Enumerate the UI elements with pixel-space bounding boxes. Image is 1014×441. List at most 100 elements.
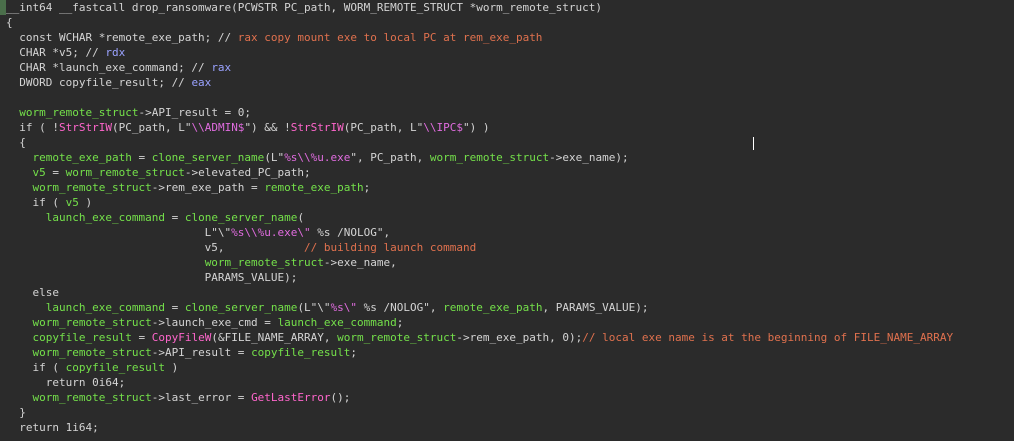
code-line[interactable]: worm_remote_struct->API_result = 0;: [0, 105, 1014, 120]
code-text: worm_remote_struct->API_result = 0;: [6, 105, 251, 120]
text-caret: [753, 137, 754, 150]
code-token-var[interactable]: worm_remote_struct: [33, 181, 152, 194]
code-token-plain: ->API_result =: [151, 346, 252, 359]
pseudocode-editor[interactable]: __int64 __fastcall drop_ransomware(PCWST…: [0, 0, 1014, 441]
code-token-plain: =: [164, 301, 185, 314]
code-line[interactable]: PARAMS_VALUE);: [0, 270, 1014, 285]
code-line[interactable]: v5 = worm_remote_struct->elevated_PC_pat…: [0, 165, 1014, 180]
code-text: launch_exe_command = clone_server_name(L…: [6, 300, 649, 315]
code-token-var[interactable]: worm_remote_struct: [19, 106, 138, 119]
code-text: if ( v5 ): [6, 195, 92, 210]
code-token-plain: const WCHAR *remote_exe_path; //: [6, 31, 238, 44]
code-line[interactable]: CHAR *v5; // rdx: [0, 45, 1014, 60]
code-token-plain: return 1i64;: [6, 421, 99, 434]
code-line[interactable]: CHAR *launch_exe_command; // rax: [0, 60, 1014, 75]
code-text: copyfile_result = CopyFileW(&FILE_NAME_A…: [6, 330, 954, 345]
code-token-var[interactable]: copyfile_result: [33, 331, 132, 344]
code-token-plain: else: [6, 286, 59, 299]
code-line[interactable]: __int64 __fastcall drop_ransomware(PCWST…: [0, 0, 1014, 15]
code-token-var[interactable]: worm_remote_struct: [33, 316, 152, 329]
code-token-var[interactable]: worm_remote_struct: [66, 166, 185, 179]
code-token-var[interactable]: launch_exe_command: [278, 316, 397, 329]
code-line[interactable]: remote_exe_path = clone_server_name(L"%s…: [0, 150, 1014, 165]
code-token-var[interactable]: copyfile_result: [66, 361, 165, 374]
code-text: {: [6, 135, 26, 150]
code-token-var[interactable]: worm_remote_struct: [337, 331, 456, 344]
code-token-plain: (PC_path, L": [111, 121, 192, 134]
code-token-var[interactable]: worm_remote_struct: [430, 151, 549, 164]
code-text: __int64 __fastcall drop_ransomware(PCWST…: [6, 0, 602, 15]
code-token-var[interactable]: remote_exe_path: [33, 151, 132, 164]
code-line[interactable]: {: [0, 135, 1014, 150]
code-line[interactable]: L"\"%s\\%u.exe\" %s /NOLOG",: [0, 225, 1014, 240]
code-line[interactable]: {: [0, 15, 1014, 30]
code-token-plain: ->exe_name);: [549, 151, 629, 164]
code-line[interactable]: if ( copyfile_result ): [0, 360, 1014, 375]
code-token-plain: ;: [396, 316, 404, 329]
code-token-func[interactable]: StrStrIW: [59, 121, 112, 134]
code-line[interactable]: [0, 90, 1014, 105]
code-token-var[interactable]: worm_remote_struct: [33, 346, 152, 359]
code-line[interactable]: worm_remote_struct->last_error = GetLast…: [0, 390, 1014, 405]
code-text: launch_exe_command = clone_server_name(: [6, 210, 304, 225]
code-token-plain: ;: [350, 346, 358, 359]
code-token-escape: %s\": [330, 301, 358, 314]
code-line[interactable]: if ( v5 ): [0, 195, 1014, 210]
code-line[interactable]: return 0i64;: [0, 375, 1014, 390]
code-token-plain: }: [6, 406, 26, 419]
code-token-plain: ") ): [463, 121, 490, 134]
code-token-var[interactable]: v5: [33, 166, 46, 179]
code-token-var[interactable]: clone_server_name: [152, 151, 265, 164]
code-token-plain: ->last_error =: [151, 391, 252, 404]
code-token-var[interactable]: remote_exe_path: [264, 181, 363, 194]
code-token-plain: {: [6, 136, 26, 149]
code-text: CHAR *launch_exe_command; // rax: [6, 60, 231, 75]
code-token-var[interactable]: v5: [66, 196, 79, 209]
code-token-plain: ): [78, 196, 93, 209]
code-text: const WCHAR *remote_exe_path; // rax cop…: [6, 30, 542, 45]
code-line[interactable]: copyfile_result = CopyFileW(&FILE_NAME_A…: [0, 330, 1014, 345]
code-token-var[interactable]: launch_exe_command: [46, 211, 165, 224]
code-token-func[interactable]: GetLastError: [251, 391, 330, 404]
code-text: }: [6, 405, 26, 420]
code-line[interactable]: worm_remote_struct->API_result = copyfil…: [0, 345, 1014, 360]
code-token-plain: L"\": [6, 226, 232, 239]
code-token-type: rdx: [105, 46, 126, 59]
code-line[interactable]: const WCHAR *remote_exe_path; // rax cop…: [0, 30, 1014, 45]
code-token-var[interactable]: worm_remote_struct: [205, 256, 324, 269]
code-line[interactable]: v5, // building launch command: [0, 240, 1014, 255]
code-text: worm_remote_struct->exe_name,: [6, 255, 397, 270]
code-token-plain: if (: [6, 196, 66, 209]
code-token-var[interactable]: clone_server_name: [185, 211, 298, 224]
code-token-var[interactable]: remote_exe_path: [443, 301, 542, 314]
code-line[interactable]: DWORD copyfile_result; // eax: [0, 75, 1014, 90]
code-token-plain: %s /NOLOG",: [357, 301, 444, 314]
code-line[interactable]: worm_remote_struct->rem_exe_path = remot…: [0, 180, 1014, 195]
code-token-var[interactable]: copyfile_result: [251, 346, 350, 359]
code-token-plain: ->API_result = 0;: [138, 106, 252, 119]
code-token-plain: __int64 __fastcall drop_ransomware(PCWST…: [6, 1, 603, 14]
code-line[interactable]: if ( !StrStrIW(PC_path, L"\\ADMIN$") && …: [0, 120, 1014, 135]
code-token-plain: PARAMS_VALUE);: [6, 271, 298, 284]
code-text: worm_remote_struct->last_error = GetLast…: [6, 390, 351, 405]
code-token-var[interactable]: clone_server_name: [185, 301, 298, 314]
code-line[interactable]: launch_exe_command = clone_server_name(L…: [0, 300, 1014, 315]
code-token-plain: =: [131, 331, 152, 344]
code-line[interactable]: worm_remote_struct->launch_exe_cmd = lau…: [0, 315, 1014, 330]
code-line[interactable]: return 1i64;: [0, 420, 1014, 435]
code-line[interactable]: worm_remote_struct->exe_name,: [0, 255, 1014, 270]
code-token-var[interactable]: worm_remote_struct: [33, 391, 152, 404]
code-token-plain: (L": [264, 151, 285, 164]
code-line[interactable]: }: [0, 405, 1014, 420]
code-token-var[interactable]: launch_exe_command: [46, 301, 165, 314]
code-line[interactable]: launch_exe_command = clone_server_name(: [0, 210, 1014, 225]
code-text: worm_remote_struct->launch_exe_cmd = lau…: [6, 315, 404, 330]
code-token-func[interactable]: CopyFileW: [152, 331, 212, 344]
code-token-escape: %s\\%u.exe\": [231, 226, 311, 239]
code-token-func[interactable]: StrStrIW: [291, 121, 344, 134]
code-line[interactable]: else: [0, 285, 1014, 300]
